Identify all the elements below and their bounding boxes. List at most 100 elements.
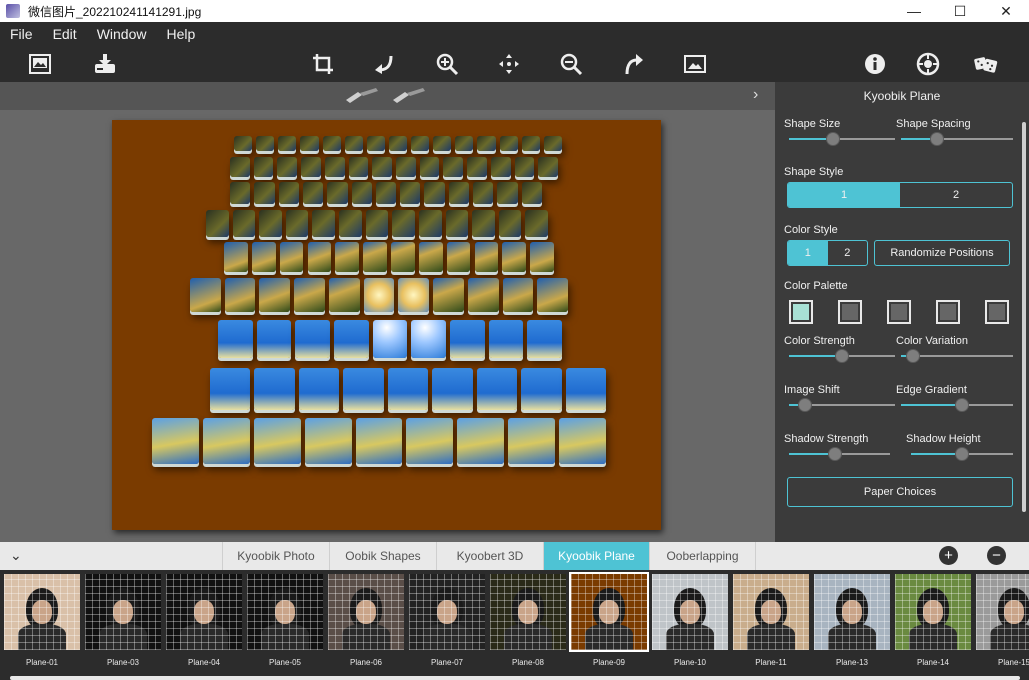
secondary-toolbar: › Kyoobik Plane bbox=[0, 82, 1029, 110]
preset-thumbnail[interactable] bbox=[409, 574, 485, 650]
preset-thumbnail[interactable] bbox=[652, 574, 728, 650]
color-strength-slider[interactable] bbox=[789, 349, 895, 363]
preset-label: Plane-14 bbox=[916, 658, 950, 667]
pan-button[interactable] bbox=[495, 50, 523, 78]
brush-alt-icon[interactable] bbox=[391, 86, 427, 106]
crop-icon bbox=[313, 54, 333, 74]
shape-style-option-2[interactable]: 2 bbox=[900, 183, 1012, 207]
preset-label: Plane-04 bbox=[187, 658, 221, 667]
mosaic-tile bbox=[450, 320, 485, 358]
randomize-positions-button[interactable]: Randomize Positions bbox=[874, 240, 1010, 266]
mosaic-tile bbox=[525, 210, 548, 237]
color-variation-slider[interactable] bbox=[901, 349, 1013, 363]
preset-thumbnail[interactable] bbox=[85, 574, 161, 650]
mosaic-tile bbox=[298, 368, 340, 410]
mosaic-tile bbox=[230, 157, 250, 177]
tab-kyoobert-3d[interactable]: Kyoobert 3D bbox=[436, 542, 543, 570]
zoom-out-button[interactable] bbox=[557, 50, 585, 78]
shape-spacing-slider[interactable] bbox=[901, 132, 1013, 146]
info-button[interactable] bbox=[861, 50, 889, 78]
mosaic-tile bbox=[339, 210, 362, 237]
tab-ooberlapping[interactable]: Ooberlapping bbox=[649, 542, 756, 570]
menu-window[interactable]: Window bbox=[87, 26, 157, 42]
preset-thumbnail[interactable] bbox=[733, 574, 809, 650]
mosaic-tile bbox=[499, 136, 518, 151]
close-button[interactable]: ✕ bbox=[983, 0, 1029, 22]
palette-swatch-4[interactable] bbox=[936, 300, 960, 324]
menu-edit[interactable]: Edit bbox=[43, 26, 87, 42]
menu-help[interactable]: Help bbox=[156, 26, 205, 42]
randomize-button[interactable] bbox=[972, 50, 1000, 78]
shape-size-slider[interactable] bbox=[789, 132, 895, 146]
palette-swatch-3[interactable] bbox=[887, 300, 911, 324]
maximize-button[interactable]: ☐ bbox=[937, 0, 983, 22]
mosaic-tile bbox=[366, 136, 385, 151]
preset-thumbnail[interactable] bbox=[490, 574, 566, 650]
mosaic-tile bbox=[372, 320, 408, 358]
mosaic-tile bbox=[294, 278, 325, 312]
color-style-option-2[interactable]: 2 bbox=[828, 241, 868, 265]
minimize-button[interactable]: — bbox=[891, 0, 937, 22]
mosaic-tile bbox=[328, 278, 360, 312]
palette-swatch-1[interactable] bbox=[789, 300, 813, 324]
shadow-height-slider[interactable] bbox=[911, 447, 1013, 461]
brush-icon[interactable] bbox=[344, 86, 380, 106]
shape-style-option-1[interactable]: 1 bbox=[788, 183, 900, 207]
preset-thumbnail[interactable] bbox=[895, 574, 971, 650]
panel-scrollbar[interactable] bbox=[1022, 122, 1026, 512]
preset-thumbnail[interactable] bbox=[976, 574, 1029, 650]
mosaic-tile bbox=[251, 242, 276, 272]
canvas-area[interactable] bbox=[0, 110, 775, 542]
mosaic-tile bbox=[232, 210, 256, 237]
preset-thumbnail[interactable] bbox=[569, 572, 649, 652]
color-style-option-1[interactable]: 1 bbox=[788, 241, 828, 265]
mosaic-tile bbox=[433, 278, 464, 312]
preset-thumbnail[interactable] bbox=[166, 574, 242, 650]
rotate-right-icon bbox=[625, 54, 643, 75]
paper-choices-button[interactable]: Paper Choices bbox=[787, 477, 1013, 507]
mosaic-tile bbox=[335, 242, 360, 272]
mosaic-tile bbox=[432, 368, 473, 410]
zoom-in-button[interactable] bbox=[433, 50, 461, 78]
tab-kyoobik-plane[interactable]: Kyoobik Plane bbox=[543, 542, 649, 570]
remove-preset-button[interactable]: − bbox=[987, 546, 1006, 565]
edge-gradient-slider[interactable] bbox=[901, 398, 1013, 412]
mosaic-tile bbox=[443, 157, 464, 177]
mosaic-tile bbox=[256, 320, 292, 358]
preset-thumbnail[interactable] bbox=[328, 574, 404, 650]
tab-oobik-shapes[interactable]: Oobik Shapes bbox=[329, 542, 436, 570]
crop-button[interactable] bbox=[309, 50, 337, 78]
preset-thumbnail[interactable] bbox=[814, 574, 890, 650]
preset-scrollbar[interactable] bbox=[10, 676, 1020, 680]
palette-swatch-5[interactable] bbox=[985, 300, 1009, 324]
menu-file[interactable]: File bbox=[0, 26, 43, 42]
preset-label: Plane-15 bbox=[997, 658, 1029, 667]
mosaic-tile bbox=[565, 368, 606, 410]
rotate-left-button[interactable] bbox=[371, 50, 399, 78]
mosaic-tile bbox=[372, 157, 392, 177]
tab-kyoobik-photo[interactable]: Kyoobik Photo bbox=[222, 542, 329, 570]
preset-thumbnail[interactable] bbox=[247, 574, 323, 650]
mosaic-tile bbox=[254, 182, 275, 204]
preset-thumbnail[interactable] bbox=[4, 574, 80, 650]
open-image-button[interactable] bbox=[26, 50, 54, 78]
rotate-right-button[interactable] bbox=[619, 50, 647, 78]
collapse-presets-icon[interactable]: ⌄ bbox=[10, 547, 22, 564]
collapse-panel-icon[interactable]: › bbox=[753, 86, 758, 104]
tile-grid-overlay bbox=[490, 574, 566, 650]
fit-image-button[interactable] bbox=[681, 50, 709, 78]
add-preset-button[interactable]: + bbox=[939, 546, 958, 565]
settings-button[interactable] bbox=[914, 50, 942, 78]
shadow-strength-slider[interactable] bbox=[789, 447, 890, 461]
menu-bar: File Edit Window Help bbox=[0, 22, 1029, 46]
image-shift-slider[interactable] bbox=[789, 398, 895, 412]
mosaic-tile bbox=[230, 182, 251, 204]
palette-swatch-2[interactable] bbox=[838, 300, 862, 324]
mosaic-tile bbox=[301, 157, 321, 177]
mosaic-tile bbox=[259, 210, 282, 237]
tile-grid-overlay bbox=[166, 574, 242, 650]
preset-label: Plane-10 bbox=[673, 658, 707, 667]
panel-title: Kyoobik Plane bbox=[775, 82, 1029, 110]
preset-label: Plane-01 bbox=[25, 658, 59, 667]
save-button[interactable] bbox=[91, 50, 119, 78]
